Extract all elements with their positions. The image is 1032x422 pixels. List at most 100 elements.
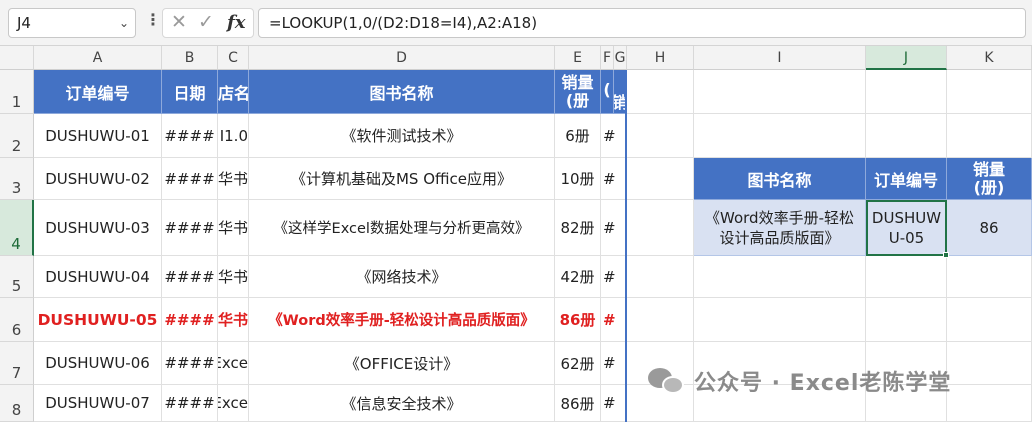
cell-date[interactable]: #### [162,158,218,200]
select-all-corner[interactable] [0,46,34,70]
empty-cell[interactable] [866,298,947,342]
fill-handle[interactable] [943,252,949,258]
cell-f[interactable]: # [601,256,627,298]
cell-store[interactable]: Exce [218,385,249,422]
header-store[interactable]: 店名 [218,70,249,114]
cell-qty[interactable]: 6册 [555,114,601,158]
column-header-e[interactable]: E [555,46,601,70]
column-header-i[interactable]: I [694,46,866,70]
lookup-qty-result[interactable]: 86 [947,200,1032,256]
empty-cell[interactable] [694,70,866,114]
column-header-j[interactable]: J [866,46,947,70]
cell-date[interactable]: #### [162,342,218,385]
cell-f-match[interactable]: # [601,298,627,342]
lookup-header-book[interactable]: 图书名称 [694,158,866,200]
column-header-k[interactable]: K [947,46,1032,70]
header-date[interactable]: 日期 [162,70,218,114]
cell-qty[interactable]: 62册 [555,342,601,385]
more-options-icon[interactable]: ⋮ [145,10,161,29]
cell-date[interactable]: #### [162,200,218,256]
cell-store-match[interactable]: 华书 [218,298,249,342]
row-header-3[interactable]: 3 [0,158,34,200]
cell-order-id[interactable]: DUSHUWU-02 [34,158,162,200]
name-box[interactable]: J4 ⌄ [8,8,136,38]
lookup-book-input[interactable]: 《Word效率手册-轻松设计高品质版面》 [694,200,866,256]
empty-cell[interactable] [694,114,866,158]
cell-qty[interactable]: 82册 [555,200,601,256]
row-header-6[interactable]: 6 [0,298,34,342]
empty-cell[interactable] [866,256,947,298]
column-header-b[interactable]: B [162,46,218,70]
cell-qty[interactable]: 42册 [555,256,601,298]
column-header-c[interactable]: C [218,46,249,70]
empty-cell[interactable] [694,256,866,298]
cell-date[interactable]: #### [162,385,218,422]
cell-book[interactable]: 《计算机基础及MS Office应用》 [249,158,555,200]
cell-book[interactable]: 《网络技术》 [249,256,555,298]
row-header-4[interactable]: 4 [0,200,34,256]
cell-f[interactable]: # [601,385,627,422]
empty-cell[interactable] [866,114,947,158]
empty-cell[interactable] [947,70,1032,114]
cell-order-id-match[interactable]: DUSHUWU-05 [34,298,162,342]
header-qty[interactable]: 销量 (册 [555,70,601,114]
cancel-icon[interactable]: ✕ [171,11,187,33]
cell-date[interactable]: #### [162,114,218,158]
cell-book[interactable]: 《软件测试技术》 [249,114,555,158]
cell-order-id[interactable]: DUSHUWU-01 [34,114,162,158]
cell-date[interactable]: #### [162,256,218,298]
row-header-1[interactable]: 1 [0,70,34,114]
empty-cell[interactable] [627,158,694,200]
header-f[interactable]: ( [601,70,614,114]
cell-book[interactable]: 《OFFICE设计》 [249,342,555,385]
column-header-d[interactable]: D [249,46,555,70]
empty-cell[interactable] [947,256,1032,298]
insert-function-icon[interactable]: fx [227,12,245,33]
row-header-7[interactable]: 7 [0,342,34,385]
cell-store[interactable]: I1.0 [218,114,249,158]
cell-store[interactable]: 华书 [218,256,249,298]
confirm-icon[interactable]: ✓ [198,11,214,33]
empty-cell[interactable] [947,298,1032,342]
formula-input[interactable]: =LOOKUP(1,0/(D2:D18=I4),A2:A18) [258,8,1026,38]
empty-cell[interactable] [866,70,947,114]
chevron-down-icon[interactable]: ⌄ [119,9,129,37]
cell-order-id[interactable]: DUSHUWU-04 [34,256,162,298]
cell-store[interactable]: Exce [218,342,249,385]
empty-cell[interactable] [694,298,866,342]
column-header-f[interactable]: F [601,46,614,70]
cell-order-id[interactable]: DUSHUWU-06 [34,342,162,385]
empty-cell[interactable] [627,256,694,298]
lookup-header-qty[interactable]: 销量 (册) [947,158,1032,200]
cell-qty[interactable]: 10册 [555,158,601,200]
column-header-a[interactable]: A [34,46,162,70]
cell-f[interactable]: # [601,158,627,200]
cell-f[interactable]: # [601,342,627,385]
cell-book[interactable]: 《信息安全技术》 [249,385,555,422]
header-order-id[interactable]: 订单编号 [34,70,162,114]
empty-cell[interactable] [947,385,1032,422]
lookup-order-id-result[interactable]: DUSHUWU-05 [866,200,947,256]
row-header-5[interactable]: 5 [0,256,34,298]
cell-qty[interactable]: 86册 [555,385,601,422]
cell-book-match[interactable]: 《Word效率手册-轻松设计高品质版面》 [249,298,555,342]
column-header-g[interactable]: G [614,46,627,70]
cell-qty-match[interactable]: 86册 [555,298,601,342]
cell-store[interactable]: 华书 [218,158,249,200]
header-book[interactable]: 图书名称 [249,70,555,114]
row-header-2[interactable]: 2 [0,114,34,158]
empty-cell[interactable] [627,70,694,114]
column-header-h[interactable]: H [627,46,694,70]
empty-cell[interactable] [627,200,694,256]
cell-f[interactable]: # [601,114,627,158]
cell-order-id[interactable]: DUSHUWU-07 [34,385,162,422]
empty-cell[interactable] [627,298,694,342]
cell-order-id[interactable]: DUSHUWU-03 [34,200,162,256]
cell-book[interactable]: 《这样学Excel数据处理与分析更高效》 [249,200,555,256]
lookup-header-order-id[interactable]: 订单编号 [866,158,947,200]
empty-cell[interactable] [947,342,1032,385]
row-header-8[interactable]: 8 [0,385,34,422]
cell-date-match[interactable]: #### [162,298,218,342]
cell-store[interactable]: 华书 [218,200,249,256]
empty-cell[interactable] [627,114,694,158]
